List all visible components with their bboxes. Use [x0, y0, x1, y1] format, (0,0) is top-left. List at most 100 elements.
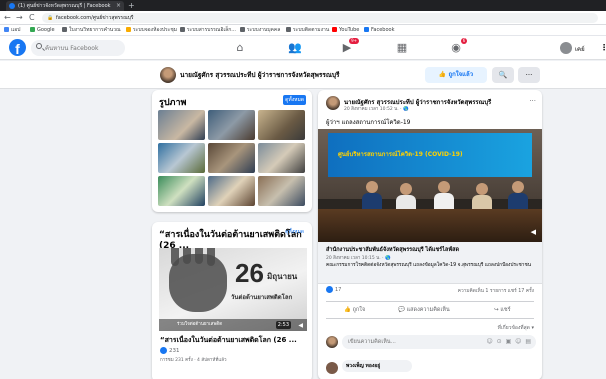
groups-icon[interactable]: ◉ 6: [449, 38, 467, 55]
post-text: ผู้ว่าฯ แถลงสถานการณ์โควิด-19: [326, 119, 411, 126]
person-figure: [512, 181, 524, 193]
video-thumb-month: มิถุนายน: [267, 272, 298, 281]
home-icon[interactable]: ⌂: [233, 41, 247, 55]
person-figure: [366, 181, 378, 193]
page-header-bar: นายณัฐศักร สุวรรณประทีป ผู้ว่าราชการจังห…: [0, 61, 606, 89]
search-input[interactable]: [31, 40, 125, 56]
photo-thumbnail[interactable]: [258, 110, 305, 140]
videos-see-all-link[interactable]: ดูทั้งหมด: [283, 227, 306, 237]
close-tab-icon[interactable]: ×: [116, 1, 121, 11]
hand-graphic: [195, 248, 203, 264]
person-figure: [476, 183, 488, 195]
watch-badge: 9+: [349, 38, 359, 44]
hand-graphic: [183, 248, 191, 264]
back-button[interactable]: ←: [4, 13, 11, 23]
new-tab-button[interactable]: +: [128, 1, 135, 10]
browser-tab[interactable]: (1) ศูนย์ข่าวจังหวัดสุพรรณบุรี | Faceboo…: [6, 1, 124, 11]
user-name[interactable]: เคย์: [575, 44, 585, 54]
share-button[interactable]: ↪ แชร์: [494, 306, 511, 314]
photo-thumbnail[interactable]: [258, 143, 305, 173]
friends-icon[interactable]: 👥: [288, 41, 302, 55]
bookmark-item[interactable]: ใบงานวิทยาการคำนวณ: [62, 26, 121, 35]
shared-source-date: 20 สิงหาคม เวลา 10:15 น. · 🌎: [326, 256, 391, 261]
page-search-button[interactable]: 🔍: [492, 67, 514, 83]
lock-icon: 🔒: [47, 15, 54, 21]
page-avatar[interactable]: [160, 67, 176, 83]
page-title[interactable]: นายณัฐศักร สุวรรณประทีป ผู้ว่าราชการจังห…: [180, 70, 340, 80]
post-more-icon[interactable]: ···: [529, 97, 536, 105]
sound-icon[interactable]: ◀: [531, 228, 536, 236]
facebook-logo-icon[interactable]: f: [9, 39, 26, 56]
facebook-favicon-icon: [9, 3, 15, 9]
facebook-icon: [364, 27, 369, 32]
hand-graphic: [207, 248, 215, 266]
video-title[interactable]: “สารเนื่องในวันต่อต้านยาเสพติดโลก (26 ..…: [160, 335, 308, 346]
comment-button[interactable]: 💬 แสดงความคิดเห็น: [398, 306, 450, 314]
search-icon: [36, 43, 42, 49]
post-timestamp[interactable]: 20 สิงหาคม เวลา 10:52 น. · 🌎: [344, 105, 409, 112]
address-bar: ← → C 🔒 facebook.com/ศูนย์ข่าวสุพรรณบุรี: [0, 11, 606, 25]
photo-thumbnail[interactable]: [158, 176, 205, 206]
video-thumb-subtitle: วันต่อต้านยาเสพติดโลก: [231, 294, 293, 301]
like-icon: [160, 347, 167, 354]
avatar: [326, 336, 338, 348]
bookmark-youtube[interactable]: YouTube: [332, 26, 359, 35]
avatar[interactable]: [560, 42, 572, 54]
page-more-button[interactable]: ···: [518, 67, 540, 83]
sound-icon[interactable]: ◀: [298, 322, 303, 329]
google-icon: [30, 27, 35, 32]
video-thumb-number: 26: [235, 258, 264, 288]
photo-thumbnail[interactable]: [208, 176, 255, 206]
marketplace-icon[interactable]: ▦: [395, 41, 409, 55]
photo-thumbnail[interactable]: [208, 110, 255, 140]
videos-card: “สารเนื่องในวันต่อต้านยาเสพติดโลก (26 ..…: [152, 222, 312, 379]
photos-see-all-link[interactable]: ดูทั้งหมด: [283, 95, 306, 105]
post-video[interactable]: ศูนย์บริหารสถานการณ์โควิด-19 (COVID-19) …: [318, 129, 542, 242]
comment-sort-dropdown[interactable]: ที่เกี่ยวข้องที่สุด ▾: [498, 324, 534, 332]
browser-tab-bar: (1) ศูนย์ข่าวจังหวัดสุพรรณบุรี | Faceboo…: [0, 0, 606, 11]
shared-description: คณะกรรมการโรคติดต่อจังหวัดสุพรรณบุรี แถล…: [326, 263, 532, 268]
comment-share-stats[interactable]: ความคิดเห็น 1 รายการ แชร์ 17 ครั้ง: [458, 287, 534, 295]
reaction-count[interactable]: 17: [326, 286, 341, 293]
photo-thumbnail[interactable]: [158, 110, 205, 140]
bookmark-item[interactable]: ระบบงานบุคคล: [240, 26, 280, 35]
photo-thumbnail[interactable]: [158, 143, 205, 173]
page-icon: [126, 27, 131, 32]
photo-thumbnail[interactable]: [208, 143, 255, 173]
bookmark-item[interactable]: ระบบจองห้องประชุม: [126, 26, 177, 35]
photos-title: รูปภาพ: [159, 98, 187, 108]
page-icon: [286, 27, 291, 32]
page-icon: [180, 27, 185, 32]
photo-thumbnail[interactable]: [258, 176, 305, 206]
shared-live-box[interactable]: สำนักงานประชาสัมพันธ์จังหวัดสุพรรณบุรี ไ…: [318, 242, 542, 284]
bookmark-item[interactable]: ระบบติดตามงาน: [286, 26, 329, 35]
forward-button[interactable]: →: [16, 13, 23, 23]
commenter-name[interactable]: พวงเพ็ญ ทองอยู่: [342, 360, 412, 372]
person-figure: [438, 181, 450, 193]
like-button[interactable]: 👍 ถูกใจ: [344, 306, 365, 314]
shared-source-title[interactable]: สำนักงานประชาสัมพันธ์จังหวัดสุพรรณบุรี ไ…: [326, 246, 459, 254]
reload-button[interactable]: C: [29, 13, 35, 23]
url-field[interactable]: 🔒 facebook.com/ศูนย์ข่าวสุพรรณบุรี: [42, 13, 598, 23]
bookmark-google[interactable]: Google: [30, 26, 55, 35]
facebook-header: f ⌂ 👥 ▶9+ ▦ ◉6 เคย์ ⋮: [0, 36, 606, 60]
tab-title: (1) ศูนย์ข่าวจังหวัดสุพรรณบุรี | Faceboo…: [18, 3, 111, 9]
post-actions: 👍 ถูกใจ 💬 แสดงความคิดเห็น ↪ แชร์: [326, 301, 534, 319]
youtube-icon: [332, 27, 337, 32]
conference-table: [318, 209, 542, 242]
video-duration: 2:53: [275, 321, 291, 329]
url-text: facebook.com/ศูนย์ข่าวสุพรรณบุรี: [56, 15, 134, 21]
page-liked-button[interactable]: 👍 ถูกใจแล้ว: [425, 67, 487, 83]
bookmark-apps[interactable]: แอป: [4, 26, 20, 35]
video-views: 231: [160, 347, 180, 354]
post-author-avatar[interactable]: [326, 96, 340, 110]
bookmark-item[interactable]: ระบบสารบรรณอิเล็ก...: [180, 26, 236, 35]
avatar[interactable]: [326, 362, 338, 374]
menu-icon[interactable]: ⋮: [600, 43, 606, 52]
groups-badge: 6: [461, 38, 467, 44]
watch-icon[interactable]: ▶ 9+: [340, 38, 359, 55]
video-meta: การชม 231 ครั้ง · 4 สัปดาห์ที่แล้ว: [160, 358, 227, 363]
comment-tools-icons[interactable]: ☺ ⊙ ▣ ☺ ▤: [486, 338, 532, 345]
video-thumbnail[interactable]: 26 มิถุนายน วันต่อต้านยาเสพติดโลก ร่วมใจ…: [159, 248, 307, 331]
bookmark-facebook[interactable]: Facebook: [364, 26, 395, 35]
